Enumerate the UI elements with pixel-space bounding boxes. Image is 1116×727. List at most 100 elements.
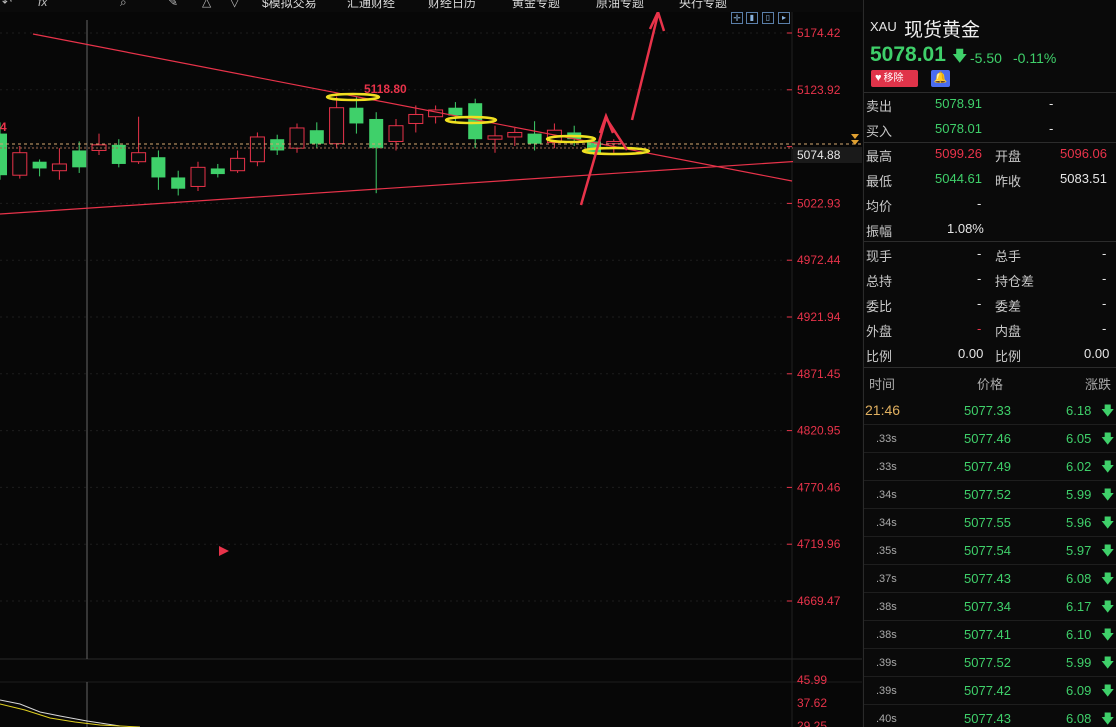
tick-price: 5077.54 <box>964 543 1011 558</box>
triangle-down-icon[interactable]: ▽ <box>230 0 239 9</box>
arrow-down-icon: 🡇 <box>1101 459 1115 474</box>
menu-oil-topic[interactable]: 原油专题 <box>596 0 644 11</box>
remove-watchlist-button[interactable]: ♥ 移除 <box>871 70 918 87</box>
ratio1-value: 0.00 <box>958 346 984 361</box>
tick-price: 5077.33 <box>964 403 1011 418</box>
tick-price: 5077.46 <box>964 431 1011 446</box>
tick-time: .39s <box>876 657 897 669</box>
pen-icon[interactable]: ✎ <box>168 0 178 9</box>
tick-row: 21:46 5077.33 6.18 🡇 <box>864 397 1116 425</box>
candle-body <box>230 157 246 172</box>
layout-icon[interactable]: ▯ <box>762 12 774 24</box>
expand-icon[interactable]: ▸ <box>778 12 790 24</box>
prev-close-label: 昨收 <box>995 174 1022 189</box>
candle-body <box>487 135 503 140</box>
price-axis-label: 4972.44 <box>797 253 841 267</box>
tick-change: 6.10 <box>1066 627 1092 642</box>
tick-row: .35s 5077.54 5.97 🡇 <box>864 537 1116 565</box>
hold-value: - <box>977 271 982 286</box>
tick-change: 6.02 <box>1066 459 1092 474</box>
arrow-down-icon: 🡇 <box>1101 487 1115 502</box>
undo-icon[interactable]: ↶ <box>2 0 12 9</box>
buy-row: 买入 5078.01 - <box>864 117 1116 142</box>
candle-body <box>190 166 206 187</box>
divider <box>864 367 1116 368</box>
high-value: 5099.26 <box>935 146 982 161</box>
tick-change: 6.05 <box>1066 431 1092 446</box>
ratio2-label: 比例 <box>995 349 1022 364</box>
wb-row: 委比 - 委差 - <box>864 292 1116 317</box>
last-price: 5078.01 <box>870 43 946 66</box>
alert-button[interactable]: 🔔 <box>931 70 950 87</box>
candle-mode-icon[interactable]: ▮ <box>746 12 758 24</box>
tick-change: 6.09 <box>1066 683 1092 698</box>
candle-body <box>349 107 364 124</box>
outer-value: - <box>977 321 982 336</box>
tick-row: .38s 5077.34 6.17 🡇 <box>864 593 1116 621</box>
candle-body <box>249 136 265 163</box>
osc-axis-label: 45.99 <box>797 673 827 687</box>
menu-finance-calendar[interactable]: 财经日历 <box>428 0 476 11</box>
menu-simulated-trading[interactable]: $模拟交易 <box>262 0 317 11</box>
arrow-down-icon: 🡇 <box>1101 403 1115 418</box>
sell-volume: - <box>1049 96 1054 111</box>
tick-change: 5.99 <box>1066 487 1092 502</box>
candle-body <box>388 125 404 142</box>
search-icon[interactable]: ⌕ <box>120 0 127 10</box>
price-change-pct: -0.11% <box>1013 50 1057 66</box>
price-axis-label: 4770.46 <box>797 480 841 494</box>
wc-value: - <box>1102 296 1107 311</box>
kline-chart[interactable]: 5174.42 5123.92 5022.93 4972.44 4921.94 4871.… <box>0 0 862 727</box>
fx-icon[interactable]: fx <box>38 0 47 9</box>
buy-volume: - <box>1049 121 1054 136</box>
candle-body <box>527 133 542 144</box>
tick-row: .34s 5077.55 5.96 🡇 <box>864 509 1116 537</box>
candle-body <box>369 118 384 149</box>
sell-label: 卖出 <box>866 99 893 114</box>
arrow-down-icon: 🡇 <box>1101 431 1115 446</box>
candle-body <box>408 113 424 124</box>
low-value: 5044.61 <box>935 171 982 186</box>
tick-time: .38s <box>876 629 897 641</box>
avg-value: - <box>977 196 982 211</box>
tick-row: .33s 5077.46 6.05 🡇 <box>864 425 1116 453</box>
candle-body <box>151 157 166 178</box>
tick-row: .33s 5077.49 6.02 🡇 <box>864 453 1116 481</box>
ratio-row: 比例 0.00 比例 0.00 <box>864 342 1116 367</box>
tick-change: 6.08 <box>1066 711 1092 726</box>
osc-axis-label: 29.25 <box>797 719 827 727</box>
tick-change: 6.18 <box>1066 403 1092 418</box>
menu-gold-topic[interactable]: 黄金专题 <box>512 0 560 11</box>
crosshair-icon[interactable]: ✛ <box>731 12 743 24</box>
remove-label: 移除 <box>883 73 904 84</box>
price-axis-label: 5123.92 <box>797 83 841 97</box>
tick-price: 5077.43 <box>964 711 1011 726</box>
tick-row: .39s 5077.42 6.09 🡇 <box>864 677 1116 705</box>
price-axis-label: 5174.42 <box>797 26 841 40</box>
menu-central-bank-topic[interactable]: 央行专题 <box>679 0 727 11</box>
tick-price: 5077.55 <box>964 515 1011 530</box>
triangle-icon[interactable]: △ <box>202 0 211 9</box>
hold-diff-value: - <box>1102 271 1107 286</box>
tot-vol-value: - <box>1102 246 1107 261</box>
quote-panel: XAU 现货黄金 5078.01 🡇 -5.50 -0.11% ♥ 移除 🔔 卖出… <box>863 0 1116 727</box>
tick-change: 5.96 <box>1066 515 1092 530</box>
inner-label: 内盘 <box>995 324 1022 339</box>
sell-row: 卖出 5078.91 - <box>864 92 1116 117</box>
hold-row: 总持 - 持仓差 - <box>864 267 1116 292</box>
arrow-down-icon: 🡇 <box>1101 655 1115 670</box>
menu-huitong-finance[interactable]: 汇通财经 <box>347 0 395 11</box>
tick-row: .38s 5077.41 6.10 🡇 <box>864 621 1116 649</box>
candle-body <box>210 168 225 175</box>
top-toolbar: ↶ ⌕ fx ✎ △ ▽ $模拟交易 汇通财经 财经日历 黄金专题 原油专题 央… <box>0 0 862 12</box>
tick-price: 5077.34 <box>964 599 1011 614</box>
low-label: 最低 <box>866 174 893 189</box>
bell-icon: 🔔 <box>933 72 948 84</box>
hold-diff-label: 持仓差 <box>995 274 1035 289</box>
arrow-down-icon: 🡇 <box>1101 711 1115 726</box>
arrow-down-icon: 🡇 <box>1101 627 1115 642</box>
ratio2-value: 0.00 <box>1084 346 1110 361</box>
kline-svg[interactable]: 5174.42 5123.92 5022.93 4972.44 4921.94 4871.… <box>0 0 862 727</box>
symbol-name: 现货黄金 <box>904 19 981 41</box>
tick-row: .34s 5077.52 5.99 🡇 <box>864 481 1116 509</box>
